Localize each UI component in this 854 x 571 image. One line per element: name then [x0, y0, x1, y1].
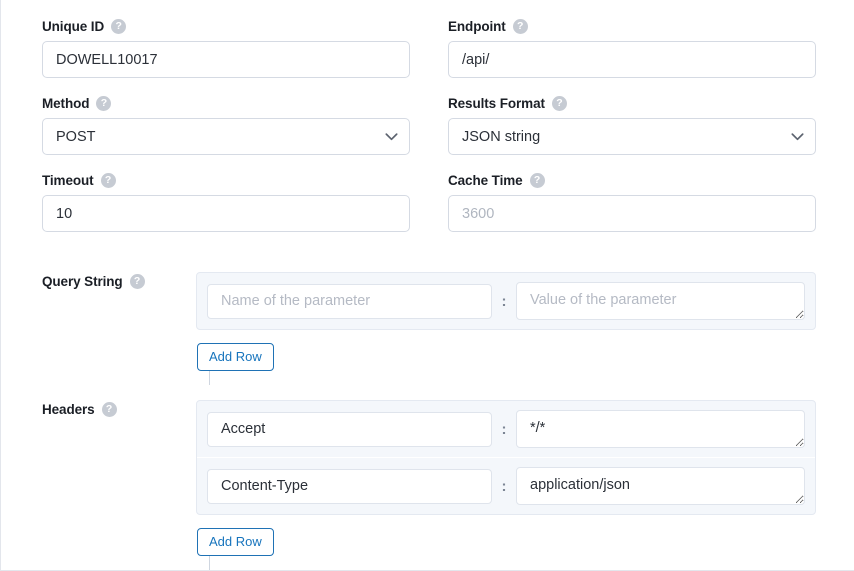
query-string-key-input[interactable] [207, 283, 492, 319]
key-value-separator: : [501, 292, 507, 310]
label-method: Method ? [42, 95, 410, 111]
query-string-repeater: : Add Row [196, 272, 816, 386]
query-string-key-cell [207, 283, 492, 319]
field-group-timeout: Timeout ? [42, 172, 410, 232]
label-endpoint-text: Endpoint [448, 18, 506, 34]
query-string-section: Query String ? : Add Row [42, 272, 816, 386]
label-headers-text: Headers [42, 401, 95, 417]
label-results-format: Results Format ? [448, 95, 816, 111]
header-key-cell [207, 411, 492, 447]
header-value-cell: application/json [516, 467, 805, 505]
table-row: : [197, 273, 815, 329]
header-key-input[interactable] [207, 468, 492, 504]
form-row: Unique ID ? Endpoint ? [42, 18, 816, 78]
help-circle-icon[interactable]: ? [512, 18, 528, 34]
query-string-add-row-button[interactable]: Add Row [197, 343, 274, 372]
timeout-input[interactable] [42, 195, 410, 232]
api-settings-form: Unique ID ? Endpoint ? Method ? [0, 0, 854, 571]
form-row: Timeout ? Cache Time ? [42, 172, 816, 232]
field-group-endpoint: Endpoint ? [448, 18, 816, 78]
field-group-results-format: Results Format ? [448, 95, 816, 155]
key-value-separator: : [501, 477, 507, 495]
method-select-wrap [42, 118, 410, 155]
field-group-cache-time: Cache Time ? [448, 172, 816, 232]
add-row-connector [209, 556, 210, 571]
header-key-cell [207, 468, 492, 504]
label-headers: Headers ? [42, 400, 196, 417]
label-unique-id-text: Unique ID [42, 18, 105, 34]
help-circle-icon[interactable]: ? [551, 95, 567, 111]
label-results-format-text: Results Format [448, 95, 545, 111]
headers-repeater: : */* : application/json Add Row [196, 400, 816, 571]
label-query-string: Query String ? [42, 272, 196, 289]
method-select[interactable] [42, 118, 410, 155]
query-string-rows-panel: : [196, 272, 816, 330]
header-key-input[interactable] [207, 411, 492, 447]
query-string-value-input[interactable] [516, 282, 805, 320]
key-value-separator: : [501, 420, 507, 438]
label-endpoint: Endpoint ? [448, 18, 816, 34]
label-cache-time-text: Cache Time [448, 172, 523, 188]
label-cache-time: Cache Time ? [448, 172, 816, 188]
label-unique-id: Unique ID ? [42, 18, 410, 34]
headers-rows-panel: : */* : application/json [196, 400, 816, 515]
label-method-text: Method [42, 95, 90, 111]
table-row: : */* [197, 401, 815, 457]
header-value-input[interactable]: application/json [516, 467, 805, 505]
headers-add-row-button[interactable]: Add Row [197, 528, 274, 557]
endpoint-input[interactable] [448, 41, 816, 78]
help-circle-icon[interactable]: ? [96, 95, 112, 111]
field-group-method: Method ? [42, 95, 410, 155]
help-circle-icon[interactable]: ? [100, 172, 116, 188]
field-grid: Unique ID ? Endpoint ? Method ? [42, 18, 816, 249]
label-query-string-text: Query String [42, 273, 123, 289]
field-group-unique-id: Unique ID ? [42, 18, 410, 78]
help-circle-icon[interactable]: ? [101, 401, 117, 417]
help-circle-icon[interactable]: ? [129, 273, 145, 289]
add-row-connector [209, 371, 210, 386]
table-row: : application/json [197, 457, 815, 514]
results-format-select[interactable] [448, 118, 816, 155]
header-value-input[interactable]: */* [516, 410, 805, 448]
header-value-cell: */* [516, 410, 805, 448]
unique-id-input[interactable] [42, 41, 410, 78]
query-string-value-cell [516, 282, 805, 320]
label-timeout-text: Timeout [42, 172, 94, 188]
results-format-select-wrap [448, 118, 816, 155]
cache-time-input[interactable] [448, 195, 816, 232]
label-timeout: Timeout ? [42, 172, 410, 188]
help-circle-icon[interactable]: ? [529, 172, 545, 188]
headers-section: Headers ? : */* : [42, 400, 816, 571]
help-circle-icon[interactable]: ? [111, 18, 127, 34]
form-row: Method ? Results Format ? [42, 95, 816, 155]
